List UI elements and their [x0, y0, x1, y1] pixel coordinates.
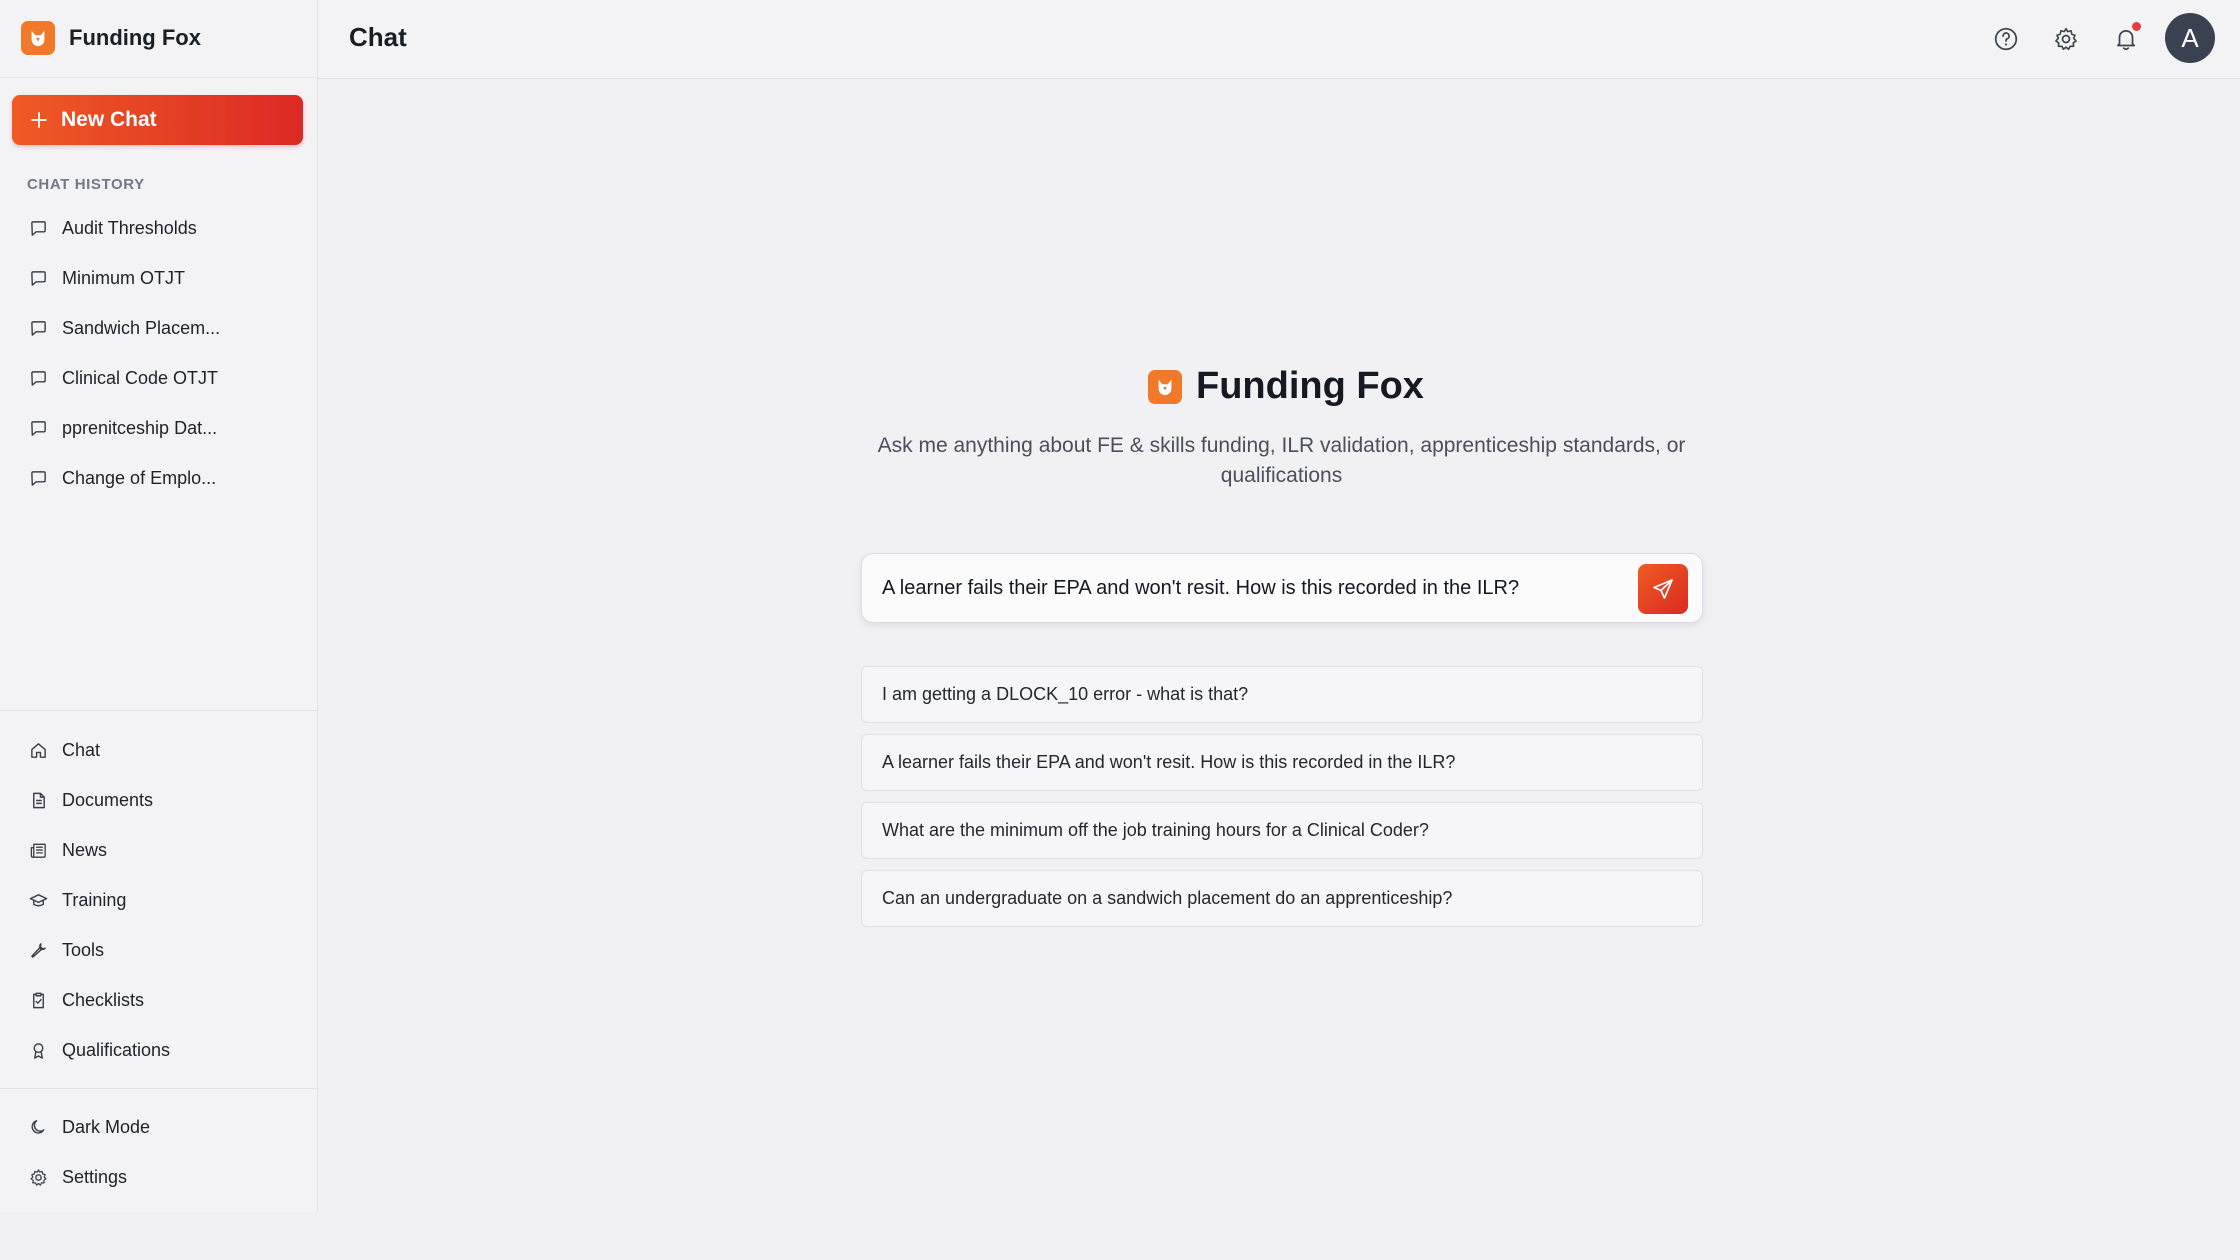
fox-logo-icon [1148, 369, 1182, 404]
nav-item-qualifications[interactable]: Qualifications [0, 1025, 317, 1075]
bottom-strip [0, 1212, 2240, 1260]
plus-icon [31, 112, 47, 128]
chat-main [318, 80, 2240, 1212]
nav-item-label: Documents [62, 789, 154, 810]
award-icon [33, 1042, 44, 1059]
nav-item-news[interactable]: News [0, 825, 317, 875]
history-item[interactable]: pprenitceship Dat... [0, 403, 317, 453]
suggestion-list: I am getting a DLOCK_10 error - what is … [861, 666, 1703, 938]
message-icon [31, 420, 46, 436]
nav-item-label: Checklists [62, 989, 145, 1010]
hero-subtitle: Ask me anything about FE & skills fundin… [877, 434, 1686, 487]
send-icon [1653, 579, 1673, 599]
avatar[interactable]: A [2165, 13, 2215, 63]
history-item[interactable]: Audit Thresholds [0, 203, 317, 253]
message-icon [31, 320, 46, 336]
suggestion-chip[interactable]: I am getting a DLOCK_10 error - what is … [861, 666, 1703, 723]
gear-icon[interactable] [2051, 24, 2081, 54]
nav-item-training[interactable]: Training [0, 875, 317, 925]
fox-logo-icon [21, 21, 55, 55]
nav-item-label: Qualifications [62, 1039, 171, 1060]
main-nav: Chat Documents News Training Tools Check… [0, 725, 317, 1075]
history-item-label: Sandwich Placem... [62, 317, 221, 338]
graduation-cap-icon [29, 893, 48, 906]
message-icon [31, 370, 46, 386]
nav-item-label: Tools [62, 939, 105, 960]
history-item-label: Clinical Code OTJT [62, 367, 219, 388]
nav-item-tools[interactable]: Tools [0, 925, 317, 975]
home-icon [31, 742, 46, 758]
nav-item-label: Training [62, 889, 127, 910]
top-header: Chat A [318, 0, 2240, 79]
chat-history-list: Audit Thresholds Minimum OTJT Sandwich P… [0, 203, 317, 503]
brand-name: Funding Fox [69, 25, 201, 50]
wrench-icon [31, 942, 46, 958]
nav-item-documents[interactable]: Documents [0, 775, 317, 825]
sidebar: Funding Fox New Chat CHAT HISTORY Audit … [0, 0, 318, 1212]
nav-item-chat[interactable]: Chat [0, 725, 317, 775]
new-chat-label: New Chat [61, 108, 157, 131]
chat-input-box: A learner fails their EPA and won't resi… [861, 553, 1703, 623]
newspaper-icon [30, 843, 46, 858]
suggestion-chip[interactable]: What are the minimum off the job trainin… [861, 802, 1703, 859]
document-icon [33, 792, 45, 808]
send-button[interactable] [1638, 564, 1688, 614]
divider [0, 77, 318, 78]
chat-history-heading: CHAT HISTORY [27, 176, 145, 193]
dark-mode-toggle[interactable]: Dark Mode [0, 1102, 317, 1152]
gear-icon [30, 1168, 47, 1186]
suggestion-chip[interactable]: Can an undergraduate on a sandwich place… [861, 870, 1703, 927]
divider [0, 1088, 317, 1089]
brand[interactable]: Funding Fox [21, 20, 201, 56]
history-item[interactable]: Clinical Code OTJT [0, 353, 317, 403]
message-icon [31, 270, 46, 286]
message-icon [31, 220, 46, 236]
history-item[interactable]: Change of Emplo... [0, 453, 317, 503]
chat-input[interactable]: A learner fails their EPA and won't resi… [882, 554, 1622, 622]
history-item[interactable]: Sandwich Placem... [0, 303, 317, 353]
moon-icon [31, 1119, 45, 1134]
history-item-label: Change of Emplo... [62, 467, 217, 488]
history-item-label: pprenitceship Dat... [62, 417, 218, 438]
divider [0, 710, 317, 711]
dark-mode-label: Dark Mode [62, 1116, 151, 1137]
history-item-label: Audit Thresholds [62, 217, 197, 238]
nav-item-checklists[interactable]: Checklists [0, 975, 317, 1025]
suggestion-chip[interactable]: A learner fails their EPA and won't resi… [861, 734, 1703, 791]
bell-icon[interactable] [2111, 22, 2141, 54]
new-chat-button[interactable]: New Chat [12, 95, 303, 145]
clipboard-check-icon [33, 992, 44, 1008]
page-title: Chat [349, 22, 407, 52]
settings-label: Settings [62, 1166, 128, 1187]
history-item-label: Minimum OTJT [62, 267, 185, 288]
notification-dot [2132, 22, 2141, 31]
settings-link[interactable]: Settings [0, 1152, 317, 1202]
nav-item-label: Chat [62, 739, 101, 760]
help-icon[interactable] [1991, 24, 2021, 54]
hero-heading: Funding Fox [1148, 365, 1424, 408]
message-icon [31, 470, 46, 486]
history-item[interactable]: Minimum OTJT [0, 253, 317, 303]
hero-title: Funding Fox [1196, 365, 1424, 407]
bottom-nav: Dark Mode Settings [0, 1102, 317, 1202]
nav-item-label: News [62, 839, 108, 860]
